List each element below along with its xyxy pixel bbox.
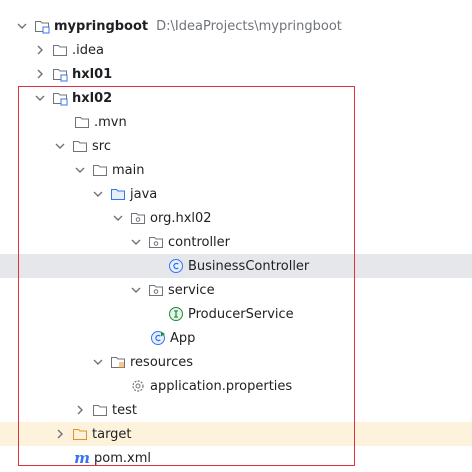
project-tree: mypringboot D:\IdeaProjects\mypringboot …	[0, 0, 472, 472]
tree-row-hxl01[interactable]: hxl01	[0, 62, 472, 86]
project-path: D:\IdeaProjects\mypringboot	[156, 18, 342, 34]
tree-item-label: .mvn	[94, 114, 127, 130]
module-folder-icon	[52, 66, 68, 82]
tree-item-label: BusinessController	[188, 258, 310, 274]
package-icon	[148, 282, 164, 298]
chevron-down-icon[interactable]	[34, 92, 46, 104]
chevron-down-icon[interactable]	[92, 356, 104, 368]
tree-item-label: ProducerService	[188, 306, 294, 322]
tree-item-label: src	[92, 138, 111, 154]
tree-item-label: hxl02	[72, 90, 113, 106]
tree-item-label: .idea	[72, 43, 104, 58]
tree-item-label: java	[130, 186, 158, 202]
settings-gear-icon	[130, 378, 146, 394]
tree-row-package[interactable]: org.hxl02	[0, 206, 472, 230]
chevron-right-icon[interactable]	[34, 44, 46, 56]
tree-row-root[interactable]: mypringboot D:\IdeaProjects\mypringboot	[0, 14, 472, 38]
chevron-down-icon[interactable]	[130, 236, 142, 248]
tree-item-label: test	[112, 402, 137, 418]
tree-item-label: application.properties	[150, 378, 293, 394]
tree-row-java[interactable]: java	[0, 182, 472, 206]
tree-item-label: controller	[168, 234, 231, 250]
tree-row-idea[interactable]: .idea	[0, 38, 472, 62]
tree-row-business-controller[interactable]: BusinessController	[0, 254, 472, 278]
folder-icon	[72, 138, 88, 154]
tree-item-label: pom.xml	[94, 450, 151, 466]
interface-icon	[168, 306, 184, 322]
chevron-right-icon[interactable]	[74, 404, 86, 416]
maven-icon-letter: m	[74, 449, 90, 467]
tree-item-label: main	[112, 162, 145, 178]
tree-item-label: org.hxl02	[150, 210, 212, 226]
folder-icon	[92, 162, 108, 178]
resources-folder-icon	[110, 354, 126, 370]
tree-row-app[interactable]: App	[0, 326, 472, 350]
excluded-folder-icon	[72, 426, 88, 442]
tree-row-properties[interactable]: application.properties	[0, 374, 472, 398]
chevron-right-icon[interactable]	[34, 68, 46, 80]
tree-row-main[interactable]: main	[0, 158, 472, 182]
class-icon	[168, 258, 184, 274]
source-folder-icon	[110, 186, 126, 202]
chevron-down-icon[interactable]	[130, 284, 142, 296]
tree-row-hxl02[interactable]: hxl02	[0, 86, 472, 110]
runnable-class-icon	[150, 330, 166, 346]
module-folder-icon	[52, 90, 68, 106]
chevron-down-icon[interactable]	[54, 140, 66, 152]
tree-row-pom[interactable]: m pom.xml	[0, 446, 472, 470]
tree-row-target[interactable]: target	[0, 422, 472, 446]
tree-item-label: hxl01	[72, 66, 113, 82]
tree-item-label: App	[170, 330, 196, 346]
tree-item-label: mypringboot	[54, 18, 149, 34]
tree-row-service[interactable]: service	[0, 278, 472, 302]
chevron-down-icon[interactable]	[112, 212, 124, 224]
idea-name: idea	[76, 42, 104, 58]
tree-row-src[interactable]: src	[0, 134, 472, 158]
tree-row-producer-service[interactable]: ProducerService	[0, 302, 472, 326]
folder-icon	[92, 402, 108, 418]
tree-row-resources[interactable]: resources	[0, 350, 472, 374]
chevron-right-icon[interactable]	[54, 428, 66, 440]
folder-icon	[74, 114, 90, 130]
tree-item-label: service	[168, 282, 215, 298]
tree-row-controller[interactable]: controller	[0, 230, 472, 254]
tree-row-mvn[interactable]: .mvn	[0, 110, 472, 134]
folder-icon	[52, 42, 68, 58]
tree-row-test[interactable]: test	[0, 398, 472, 422]
module-folder-icon	[34, 18, 50, 34]
chevron-down-icon[interactable]	[16, 20, 28, 32]
chevron-down-icon[interactable]	[74, 164, 86, 176]
chevron-down-icon[interactable]	[92, 188, 104, 200]
package-icon	[148, 234, 164, 250]
maven-icon: m	[74, 449, 90, 467]
tree-item-label: resources	[130, 354, 194, 370]
package-icon	[130, 210, 146, 226]
tree-item-label: target	[92, 426, 132, 442]
